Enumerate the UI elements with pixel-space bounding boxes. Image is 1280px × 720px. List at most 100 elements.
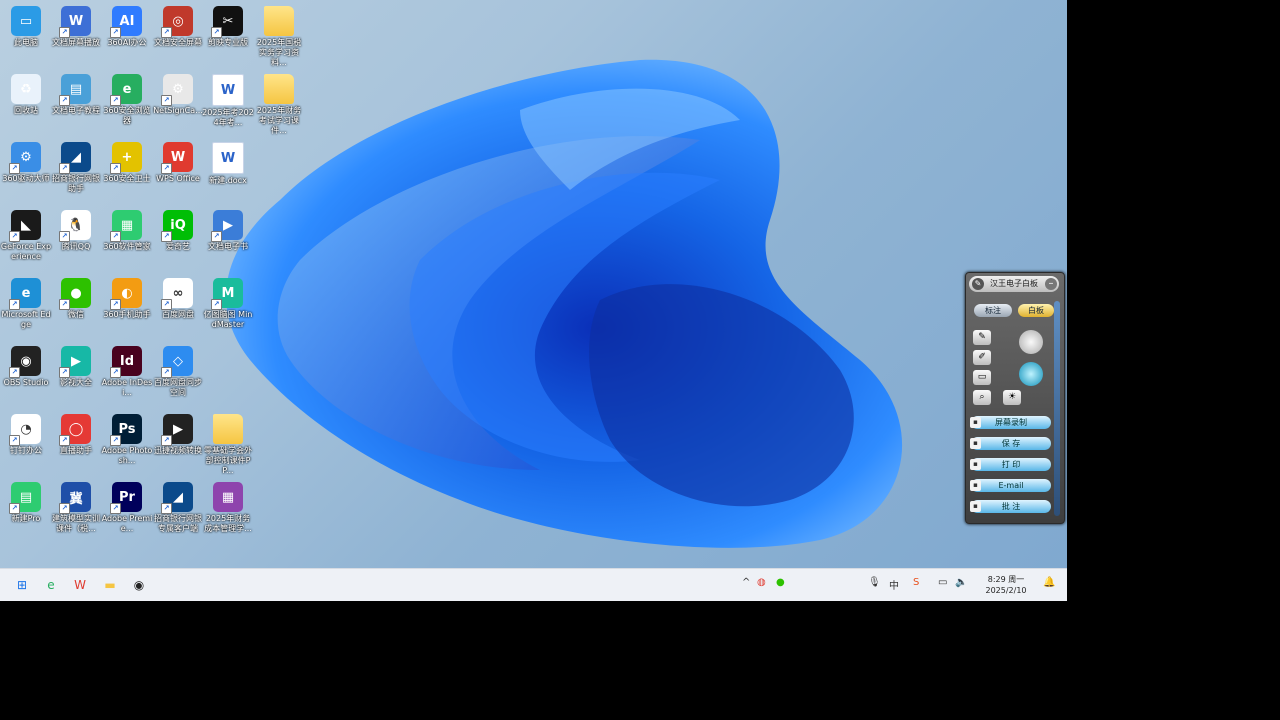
desktop-icon[interactable]: ▶ ↗ 影视大全 [50, 340, 102, 388]
desktop-icon[interactable]: ♻ 回收站 [0, 68, 52, 116]
browser-360-icon[interactable]: e [42, 576, 60, 594]
zoom-icon[interactable]: ⌕ [973, 390, 991, 405]
shortcut-arrow-icon: ↗ [110, 367, 121, 378]
file-explorer-icon[interactable]: ▬ [101, 576, 119, 594]
obs-icon[interactable]: ◉ [130, 576, 148, 594]
folder-icon [213, 414, 243, 444]
capcut-icon: ✂ ↗ [211, 6, 243, 38]
desktop-icon[interactable]: W 2025年考2024年考... [202, 68, 254, 128]
desktop-icon[interactable]: AI ↗ 360AI办公 [101, 0, 153, 48]
desktop-icon[interactable]: W 新建.docx [202, 136, 254, 186]
shortcut-arrow-icon: ↗ [9, 231, 20, 242]
mode-annotate-button[interactable]: 标注 [974, 304, 1012, 317]
desktop-icon[interactable]: 2025年财务考试学习课件... [253, 68, 305, 136]
pen-icon[interactable]: ✎ [973, 330, 991, 345]
desktop-icon[interactable]: 🐧 ↗ 腾讯QQ [50, 204, 102, 252]
save-button[interactable]: ▪ 保 存 [970, 437, 1051, 450]
desktop-icon[interactable]: M ↗ 亿图脑图 MindMaster [202, 272, 254, 330]
desktop-icon[interactable]: ∞ ↗ 百度网盘 [152, 272, 204, 320]
shortcut-arrow-icon: ↗ [9, 503, 20, 514]
desktop-icon-label: 招商银行网银助手 [52, 174, 100, 193]
desktop-icon[interactable]: ⚙ ↗ NetSignCa... [152, 68, 204, 116]
desktop-icon[interactable]: iQ ↗ 爱奇艺 [152, 204, 204, 252]
tray-wechat-icon[interactable]: ● [776, 577, 785, 588]
desktop-icon[interactable]: 2025年国税实务学习资料... [253, 0, 305, 68]
desktop-icon[interactable]: e ↗ 360安全浏览器 [101, 68, 153, 126]
shortcut-arrow-icon: ↗ [59, 503, 70, 514]
desktop-icon[interactable]: ◣ ↗ GeForce Experience [0, 204, 52, 262]
desktop-icon[interactable]: ⚙ ↗ 360驱动大师 [0, 136, 52, 184]
pen-panel-title-text: 汉王电子白板 [990, 279, 1038, 288]
rar-icon: ▦ [213, 482, 243, 512]
desktop-icon[interactable]: Ps ↗ Adobe Photosh... [101, 408, 153, 466]
clock[interactable]: 8:29 周一 2025/2/10 [980, 574, 1032, 596]
desktop-icon[interactable]: Pr ↗ Adobe Premie... [101, 476, 153, 534]
start-icon[interactable]: ⊞ [13, 576, 31, 594]
network-icon[interactable]: ▭ [938, 577, 947, 588]
eraser-icon[interactable]: ▭ [973, 370, 991, 385]
tray-s-icon[interactable]: S [913, 577, 919, 588]
shortcut-arrow-icon: ↗ [59, 367, 70, 378]
desktop-icon[interactable]: ▶ ↗ 文档电子书 [202, 204, 254, 252]
notification-icon[interactable]: 🔔 [1043, 577, 1055, 588]
desktop-icon[interactable]: ◇ ↗ 百度网盘同步空间 [152, 340, 204, 398]
desktop-icon[interactable]: e ↗ Microsoft Edge [0, 272, 52, 330]
desktop-icon[interactable]: ◉ ↗ OBS Studio [0, 340, 52, 388]
desktop-icon[interactable]: ◢ ↗ 招商银行网银专属客户端 [152, 476, 204, 534]
desktop-icon-label: 回收站 [14, 106, 38, 115]
desktop-icon[interactable]: W ↗ WPS Office [152, 136, 204, 184]
color-knob[interactable] [1019, 362, 1043, 386]
annotate-button[interactable]: ▪ 批 注 [970, 500, 1051, 513]
desktop-icon[interactable]: ✂ ↗ 剪映专业版 [202, 0, 254, 48]
desktop-icon[interactable]: ◢ ↗ 招商银行网银助手 [50, 136, 102, 194]
volume-icon[interactable]: 🔈 [955, 577, 967, 588]
wps-icon[interactable]: W [71, 576, 89, 594]
print-button[interactable]: ▪ 打 印 [970, 458, 1051, 471]
desktop-icon[interactable]: ● ↗ 微信 [50, 272, 102, 320]
tray-app-icon[interactable]: ◍ [757, 577, 766, 588]
desktop-icon[interactable]: ▤ ↗ 文档电子教程 [50, 68, 102, 116]
marker-icon[interactable]: ✐ [973, 350, 991, 365]
shortcut-arrow-icon: ↗ [161, 163, 172, 174]
desktop-icon[interactable]: ◎ ↗ 文档安全屏幕 [152, 0, 204, 48]
tutorial-icon: ▤ ↗ [59, 74, 91, 106]
pen-panel-title[interactable]: ✎ 汉王电子白板 – [969, 276, 1059, 292]
email-button[interactable]: ▪ E-mail [970, 479, 1051, 492]
ai-icon: AI ↗ [110, 6, 142, 38]
desktop-icon-label: 亿图脑图 MindMaster [203, 310, 253, 329]
desktop-icon[interactable]: 冀 ↗ 建筑模型实训课件（税... [50, 476, 102, 534]
desktop-icon[interactable]: ◔ ↗ 钉钉办公 [0, 408, 52, 456]
power-knob[interactable] [1019, 330, 1043, 354]
desktop-icon[interactable]: ▦ ↗ 360软件管家 [101, 204, 153, 252]
desktop-icon[interactable]: ▤ ↗ 新建Pro [0, 476, 52, 524]
pen-panel[interactable]: ✎ 汉王电子白板 – 标注 白板 ✎ ✐ ▭ ⌕ ☀ ▪ 屏幕录制 ▪ 保 存 ▪ 打 印… [965, 272, 1065, 524]
desktop-icon[interactable]: ◐ ↗ 360手机助手 [101, 272, 153, 320]
record-button[interactable]: ▪ 屏幕录制 [970, 416, 1051, 429]
desktop-icon[interactable]: ▭ 此电脑 [0, 0, 52, 48]
shortcut-arrow-icon: ↗ [161, 367, 172, 378]
panel-scrollbar[interactable] [1054, 301, 1060, 516]
desktop-icon-label: 影视大全 [60, 378, 92, 387]
shortcut-arrow-icon: ↗ [110, 299, 121, 310]
new-pro-icon: ▤ ↗ [9, 482, 41, 514]
desktop-icon[interactable]: Id ↗ Adobe InDesi... [101, 340, 153, 398]
mode-whiteboard-button[interactable]: 白板 [1018, 304, 1054, 317]
desktop-icon[interactable]: 零基础学会外部控制课件PP... [202, 408, 254, 476]
spotlight-icon[interactable]: ☀ [1003, 390, 1021, 405]
wechat-icon: ● ↗ [59, 278, 91, 310]
desktop-icon[interactable]: ◯ ↗ 直播助手 [50, 408, 102, 456]
shortcut-arrow-icon: ↗ [59, 27, 70, 38]
desktop-icon[interactable]: ▶ ↗ 迅捷视频转换 [152, 408, 204, 456]
pen-panel-logo-icon: ✎ [972, 278, 984, 290]
desktop-icon[interactable]: ▦ 2025年财务成本管理学... [202, 476, 254, 534]
minimize-icon[interactable]: – [1045, 278, 1057, 290]
desktop-icon[interactable]: W ↗ 文档屏幕播放 [50, 0, 102, 48]
desktop-icon-label: 直播助手 [60, 446, 92, 455]
desktop-icon[interactable]: + ↗ 360安全卫士 [101, 136, 153, 184]
shortcut-arrow-icon: ↗ [59, 435, 70, 446]
ime-icon[interactable]: 中 [889, 577, 899, 592]
tray-chevron-icon[interactable]: ^ [742, 577, 750, 588]
microphone-icon[interactable]: 🎙 [868, 577, 881, 588]
desktop-icon-label: 360手机助手 [103, 310, 151, 319]
desktop-icon-label: 360AI办公 [107, 38, 147, 47]
